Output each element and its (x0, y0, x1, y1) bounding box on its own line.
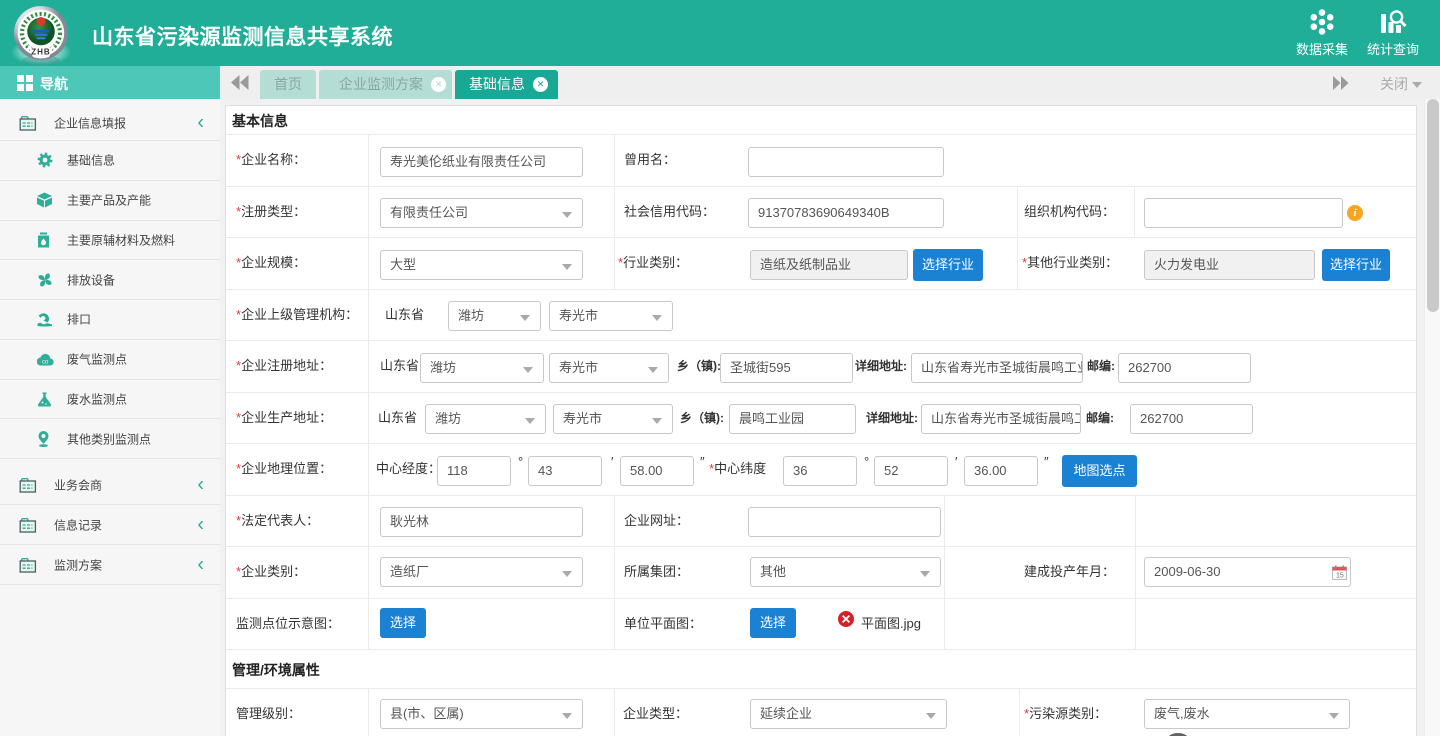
svg-text:15: 15 (1336, 573, 1344, 580)
svg-text:ZHB: ZHB (31, 48, 50, 57)
svg-text:co: co (42, 360, 49, 366)
